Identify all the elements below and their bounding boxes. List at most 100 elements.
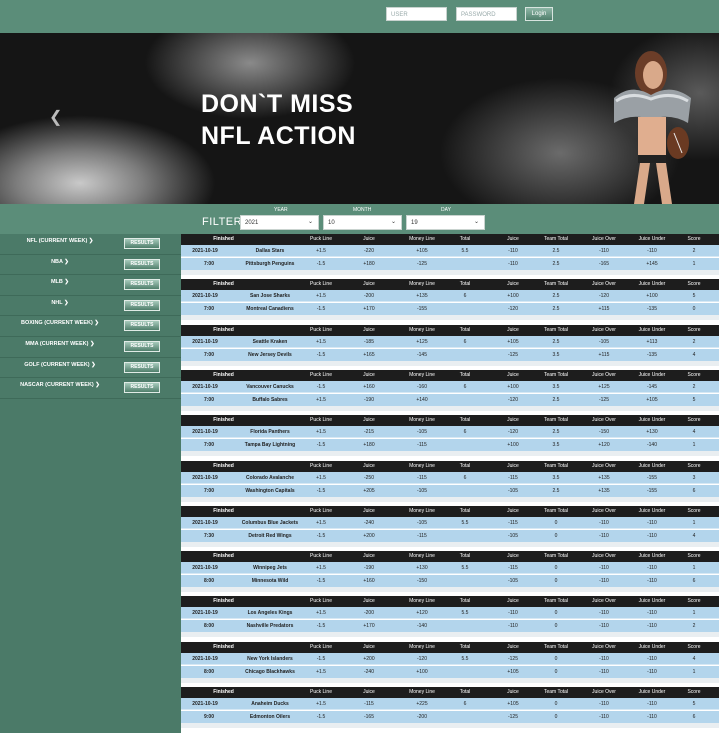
column-header: Money Line — [409, 236, 435, 242]
banner-line-2: NFL ACTION — [201, 122, 356, 150]
game-block: Finished Puck Line Juice Money Line Total Jui… — [181, 279, 719, 321]
odds-cell: -110 — [647, 701, 657, 707]
year-label: YEAR — [274, 207, 288, 213]
odds-cell: +130 — [416, 565, 428, 572]
sidebar-item[interactable]: BOXING (CURRENT WEEK) ❯ RESULTS — [0, 316, 181, 337]
results-button[interactable]: RESULTS — [124, 361, 160, 373]
odds-cell: -190 — [363, 565, 374, 572]
results-button[interactable]: RESULTS — [124, 279, 160, 291]
odds-cell: 6 — [692, 714, 696, 720]
game-date: 2021-10-19 — [192, 293, 218, 300]
sidebar-item-label[interactable]: MLB ❯ — [0, 279, 120, 285]
football-player-image — [614, 51, 691, 204]
sidebar-item[interactable]: NASCAR (CURRENT WEEK) ❯ RESULTS — [0, 378, 181, 399]
odds-cell: 0 — [554, 532, 558, 539]
column-header: Finished — [213, 326, 234, 333]
column-header: Juice Over — [592, 689, 616, 695]
odds-cell: -125 — [507, 351, 518, 358]
column-header: Score — [687, 462, 701, 469]
odds-cell: 3.5 — [552, 351, 560, 358]
team-name: New Jersey Devils — [248, 351, 292, 358]
sidebar-item[interactable]: NHL ❯ RESULTS — [0, 296, 181, 317]
column-header: Puck Line — [310, 507, 332, 514]
odds-cell: 0 — [554, 578, 558, 585]
odds-cell: -110 — [647, 610, 657, 617]
odds-cell: -110 — [508, 248, 518, 254]
sidebar-item-label[interactable]: MMA (CURRENT WEEK) ❯ — [0, 341, 120, 347]
year-select[interactable]: 2021 ⌄ — [240, 215, 319, 230]
column-header: Team Total — [543, 689, 569, 695]
team-name: New York Islanders — [247, 655, 293, 662]
column-header: Puck Line — [310, 417, 332, 424]
game-time: 8:00 — [203, 623, 214, 630]
sidebar-item-label[interactable]: NBA ❯ — [0, 259, 120, 265]
odds-cell: -110 — [647, 668, 657, 675]
column-header: Money Line — [409, 507, 435, 514]
odds-cell: -110 — [599, 610, 609, 617]
sidebar-item[interactable]: NBA ❯ RESULTS — [0, 255, 181, 276]
column-header: Juice — [363, 371, 375, 378]
column-header: Team Total — [543, 598, 569, 605]
login-button[interactable]: Login — [525, 7, 553, 21]
results-button[interactable]: RESULTS — [124, 299, 160, 311]
odds-cell: +105 — [507, 668, 519, 675]
results-button[interactable]: RESULTS — [124, 238, 160, 249]
odds-cell: +160 — [363, 578, 375, 585]
results-button[interactable]: RESULTS — [124, 258, 160, 270]
odds-cell: -115 — [417, 474, 427, 481]
sidebar-item[interactable]: NFL (CURRENT WEEK) ❯ RESULTS — [0, 234, 181, 255]
column-header: Team Total — [543, 462, 569, 469]
game-block: Finished Puck Line Juice Money Line Total Jui… — [181, 460, 719, 502]
game-date: 2021-10-19 — [192, 338, 218, 345]
results-button[interactable]: RESULTS — [124, 340, 160, 352]
column-header: Juice — [507, 643, 519, 650]
column-header: Money Line — [409, 417, 435, 424]
year-value: 2021 — [245, 220, 259, 226]
game-block: Finished Puck Line Juice Money Line Total Jui… — [181, 641, 719, 683]
odds-cell: -105 — [507, 487, 518, 494]
column-header: Total — [459, 689, 471, 695]
team-name: San Jose Sharks — [249, 293, 291, 300]
game-header-row: Finished Puck Line Juice Money Line Total Jui… — [181, 551, 719, 563]
odds-cell: -110 — [599, 701, 609, 707]
odds-cell: 2 — [692, 248, 696, 254]
sidebar-item[interactable]: GOLF (CURRENT WEEK) ❯ RESULTS — [0, 358, 181, 379]
sidebar-item-label[interactable]: GOLF (CURRENT WEEK) ❯ — [0, 362, 120, 368]
odds-cell: +120 — [416, 610, 428, 617]
column-header: Team Total — [543, 417, 569, 424]
team-row: 2021-10-19 Winnipeg Jets +1.5 -190 +130 5.5 -1… — [181, 562, 719, 575]
results-button[interactable]: RESULTS — [124, 382, 160, 394]
month-select[interactable]: 10 ⌄ — [323, 215, 402, 230]
odds-cell: -110 — [599, 578, 609, 585]
sidebar-item-label[interactable]: NFL (CURRENT WEEK) ❯ — [0, 238, 120, 244]
sidebar-item[interactable]: MMA (CURRENT WEEK) ❯ RESULTS — [0, 337, 181, 358]
password-input[interactable]: PASSWORD — [456, 7, 517, 21]
column-header: Score — [687, 507, 701, 514]
column-header: Juice — [363, 281, 375, 288]
username-input[interactable]: USER — [386, 7, 447, 21]
sidebar-item-label[interactable]: BOXING (CURRENT WEEK) ❯ — [0, 320, 120, 326]
odds-cell: +1.5 — [316, 474, 326, 481]
odds-cell: 4 — [692, 532, 696, 539]
game-time: 7:30 — [203, 532, 214, 539]
sidebar-item[interactable]: MLB ❯ RESULTS — [0, 275, 181, 296]
column-header: Juice — [363, 553, 375, 560]
column-header: Score — [687, 553, 701, 560]
odds-cell: -150 — [416, 578, 427, 585]
sidebar-item-label[interactable]: NASCAR (CURRENT WEEK) ❯ — [0, 382, 120, 388]
team-row: 7:00 Pittsburgh Penguins -1.5 +180 -125 -110 2… — [181, 258, 719, 270]
odds-cell: -145 — [416, 351, 427, 358]
team-name: Montreal Canadiens — [246, 306, 294, 313]
odds-cell: +225 — [416, 701, 428, 707]
column-header: Money Line — [409, 689, 435, 695]
column-header: Finished — [213, 507, 234, 514]
day-select[interactable]: 19 ⌄ — [406, 215, 485, 230]
odds-cell: -120 — [598, 293, 609, 300]
row-divider — [181, 496, 719, 502]
chevron-left-icon[interactable]: ❮ — [49, 107, 62, 127]
team-row: 2021-10-19 Columbus Blue Jackets +1.5 -240 -… — [181, 516, 719, 529]
sidebar-item-label[interactable]: NHL ❯ — [0, 300, 120, 306]
results-button[interactable]: RESULTS — [124, 320, 160, 332]
odds-cell: 1 — [692, 610, 696, 617]
odds-cell: -110 — [647, 623, 657, 630]
